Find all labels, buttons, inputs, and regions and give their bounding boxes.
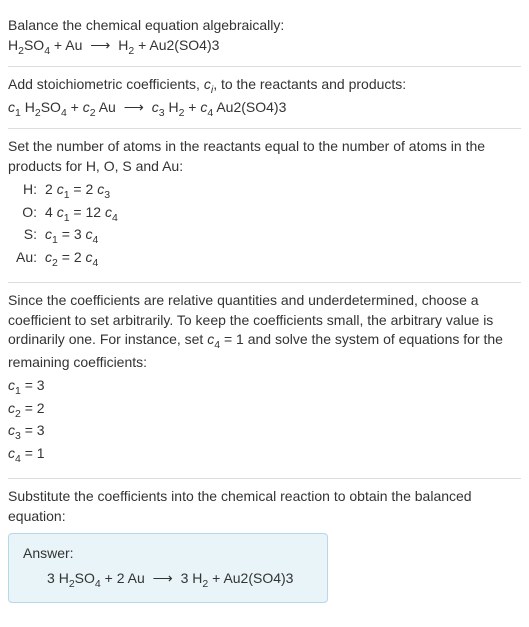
atom-equation: 4 c1 = 12 c4 [45,203,118,225]
subscript: 1 [15,106,21,118]
plus: + [134,37,149,53]
var: c [57,204,64,220]
subscript: 3 [159,106,165,118]
plus: + [208,570,223,586]
reactant-text: SO [75,570,95,586]
step1-text: Add stoichiometric coefficients, ci, to … [8,75,521,97]
intro-section: Balance the chemical equation algebraica… [8,8,521,67]
subscript: 4 [93,234,99,246]
coefficient-list: c1 = 3 c2 = 2 c3 = 3 c4 = 1 [8,376,521,466]
product-text: H [118,37,128,53]
num: 3 [74,226,86,242]
reactant-text: SO [41,99,61,115]
plus: + [67,99,83,115]
var: c [45,249,52,265]
var: c [86,249,93,265]
num: 4 [45,204,57,220]
arrow-icon: ⟶ [86,37,114,53]
subscript: 2 [90,106,96,118]
var: c [8,422,15,438]
coef-var: c [83,99,90,115]
atom-balance-table: H: 2 c1 = 2 c3 O: 4 c1 = 12 c4 S: c1 = 3… [16,180,118,270]
step1-reaction: c1 H2SO4 + c2 Au ⟶ c3 H2 + c4 Au2(SO4)3 [8,98,521,120]
atom-label: S: [16,225,45,247]
step2-text: Set the number of atoms in the reactants… [8,137,521,176]
table-row: S: c1 = 3 c4 [16,225,118,247]
num: 2 [74,249,86,265]
product-text: H [192,570,202,586]
product-text: Au2(SO4)3 [216,99,286,115]
intro-reaction: H2SO4 + Au ⟶ H2 + Au2(SO4)3 [8,36,521,58]
coef: 3 [181,570,193,586]
coef: 2 [117,570,128,586]
reactant-text: H [25,99,35,115]
var: c [204,76,211,92]
var: c [8,400,15,416]
eq: = 1 [220,331,244,347]
step4-text: Substitute the coefficients into the che… [8,487,521,526]
subscript: 4 [112,212,118,224]
answer-label: Answer: [23,544,313,564]
reactant-text: SO [24,37,44,53]
eq: = [58,226,74,242]
reactant-text: Au [65,37,82,53]
product-text: Au2(SO4)3 [149,37,219,53]
answer-reaction: 3 H2SO4 + 2 Au ⟶ 3 H2 + Au2(SO4)3 [23,569,313,591]
arrow-icon: ⟶ [120,99,148,115]
intro-title: Balance the chemical equation algebraica… [8,16,521,36]
num: 12 [86,204,105,220]
coef-row: c2 = 2 [8,399,521,421]
atom-label: O: [16,203,45,225]
step1-section: Add stoichiometric coefficients, ci, to … [8,67,521,129]
eq: = [70,181,86,197]
coef: 3 [47,570,59,586]
coef-row: c1 = 3 [8,376,521,398]
step3-section: Since the coefficients are relative quan… [8,283,521,479]
table-row: Au: c2 = 2 c4 [16,248,118,270]
atom-equation: 2 c1 = 2 c3 [45,180,118,202]
reactant-text: Au [128,570,145,586]
eq: = 2 [21,400,45,416]
coef-row: c3 = 3 [8,421,521,443]
atom-equation: c2 = 2 c4 [45,248,118,270]
var: c [8,377,15,393]
var: c [57,181,64,197]
coef-var: c [8,99,15,115]
var: c [86,226,93,242]
coef-var: c [152,99,159,115]
plus: + [101,570,117,586]
var: c [45,226,52,242]
step-text: , to the reactants and products: [213,76,406,92]
product-text: H [168,99,178,115]
reactant-text: H [59,570,69,586]
eq: = [58,249,74,265]
step3-text: Since the coefficients are relative quan… [8,291,521,372]
var: c [8,445,15,461]
step4-section: Substitute the coefficients into the che… [8,479,521,610]
subscript: 3 [104,189,110,201]
eq: = 1 [21,445,45,461]
atom-label: Au: [16,248,45,270]
arrow-icon: ⟶ [149,570,177,586]
atom-label: H: [16,180,45,202]
product-text: Au2(SO4)3 [223,570,293,586]
step-text: Add stoichiometric coefficients, [8,76,204,92]
table-row: H: 2 c1 = 2 c3 [16,180,118,202]
plus: + [184,99,200,115]
num: 2 [45,181,57,197]
eq: = 3 [21,377,45,393]
var: c [105,204,112,220]
answer-box: Answer: 3 H2SO4 + 2 Au ⟶ 3 H2 + Au2(SO4)… [8,533,328,603]
subscript: 4 [93,256,99,268]
reactant-text: Au [99,99,116,115]
reactant-text: H [8,37,18,53]
eq: = 3 [21,422,45,438]
step2-section: Set the number of atoms in the reactants… [8,129,521,283]
plus: + [50,37,65,53]
atom-equation: c1 = 3 c4 [45,225,118,247]
table-row: O: 4 c1 = 12 c4 [16,203,118,225]
num: 2 [86,181,98,197]
coef-row: c4 = 1 [8,444,521,466]
eq: = [70,204,86,220]
